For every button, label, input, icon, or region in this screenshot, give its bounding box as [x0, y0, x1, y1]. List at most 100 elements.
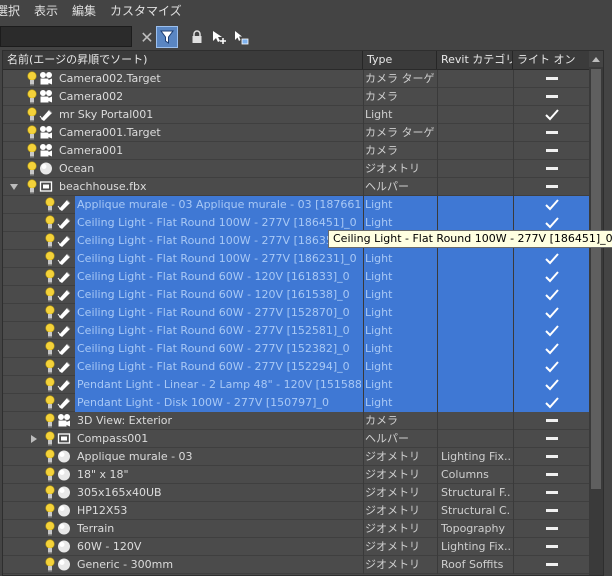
menu-view[interactable]: 表示 [27, 0, 65, 22]
visibility-bulb-icon[interactable] [27, 161, 37, 176]
search-input[interactable] [0, 26, 132, 47]
light-on-checkbox-checked[interactable] [516, 214, 588, 231]
light-on-checkbox-empty[interactable] [516, 448, 588, 465]
table-row[interactable]: HP12X53 ジオメトリ Structural C... [3, 502, 589, 520]
table-row[interactable]: Camera002 カメラ [3, 88, 589, 106]
light-on-checkbox-empty[interactable] [516, 484, 588, 501]
table-row-selected[interactable]: Ceiling Light - Flat Round 60W - 277V [1… [3, 358, 589, 376]
table-row[interactable]: 60W - 120V ジオメトリ Lighting Fix... [3, 538, 589, 556]
table-row[interactable]: Applique murale - 03 ジオメトリ Lighting Fix... [3, 448, 589, 466]
visibility-bulb-icon[interactable] [45, 269, 55, 284]
light-on-checkbox-checked[interactable] [516, 196, 588, 213]
menu-edit[interactable]: 編集 [65, 0, 103, 22]
light-on-checkbox-checked[interactable] [516, 340, 588, 357]
table-row[interactable]: Camera001 カメラ [3, 142, 589, 160]
select-dependents-icon[interactable] [230, 26, 252, 48]
table-row[interactable]: 18" x 18" ジオメトリ Columns [3, 466, 589, 484]
select-children-icon[interactable] [208, 26, 230, 48]
clear-icon[interactable]: ✕ [136, 26, 158, 48]
column-light-on[interactable]: ライト オン [513, 51, 589, 69]
visibility-bulb-icon[interactable] [45, 557, 55, 572]
column-name[interactable]: 名前(エージの昇順でソート) [3, 51, 363, 69]
visibility-bulb-icon[interactable] [45, 377, 55, 392]
light-on-checkbox-empty[interactable] [516, 70, 588, 87]
table-row[interactable]: 3D View: Exterior カメラ [3, 412, 589, 430]
visibility-bulb-icon[interactable] [45, 215, 55, 230]
light-on-checkbox-empty[interactable] [516, 142, 588, 159]
table-row[interactable]: Camera002.Target カメラ ターゲ... [3, 70, 589, 88]
light-on-checkbox-checked[interactable] [516, 322, 588, 339]
table-row-selected[interactable]: Ceiling Light - Flat Round 60W - 120V [1… [3, 268, 589, 286]
table-row[interactable]: Compass001 ヘルパー [3, 430, 589, 448]
light-on-checkbox-empty[interactable] [516, 430, 588, 447]
visibility-bulb-icon[interactable] [45, 197, 55, 212]
light-on-checkbox-checked[interactable] [516, 358, 588, 375]
visibility-bulb-icon[interactable] [45, 413, 55, 428]
filter-icon[interactable] [156, 26, 178, 48]
light-on-checkbox-empty[interactable] [516, 502, 588, 519]
visibility-bulb-icon[interactable] [45, 251, 55, 266]
light-on-checkbox-checked[interactable] [516, 304, 588, 321]
light-on-checkbox-checked[interactable] [516, 250, 588, 267]
light-on-checkbox-empty[interactable] [516, 520, 588, 537]
visibility-bulb-icon[interactable] [45, 287, 55, 302]
light-on-checkbox-empty[interactable] [516, 124, 588, 141]
visibility-bulb-icon[interactable] [45, 521, 55, 536]
table-row-selected[interactable]: Ceiling Light - Flat Round 60W - 277V [1… [3, 304, 589, 322]
light-on-checkbox-checked[interactable] [516, 286, 588, 303]
light-on-checkbox-checked[interactable] [516, 394, 588, 411]
light-on-checkbox-empty[interactable] [516, 178, 588, 195]
light-on-checkbox-empty[interactable] [516, 556, 588, 573]
table-row-selected[interactable]: Ceiling Light - Flat Round 60W - 277V [1… [3, 322, 589, 340]
table-row-selected[interactable]: Ceiling Light - Flat Round 60W - 277V [1… [3, 340, 589, 358]
scroll-up-icon[interactable] [589, 51, 603, 67]
visibility-bulb-icon[interactable] [27, 71, 37, 86]
visibility-bulb-icon[interactable] [27, 107, 37, 122]
visibility-bulb-icon[interactable] [27, 179, 37, 194]
visibility-bulb-icon[interactable] [45, 305, 55, 320]
table-row[interactable]: Terrain ジオメトリ Topography [3, 520, 589, 538]
table-row[interactable]: Generic - 300mm ジオメトリ Roof Soffits [3, 556, 589, 574]
visibility-bulb-icon[interactable] [45, 467, 55, 482]
visibility-bulb-icon[interactable] [45, 503, 55, 518]
expand-down-icon[interactable] [9, 182, 19, 192]
table-row[interactable]: 305x165x40UB ジオメトリ Structural F... [3, 484, 589, 502]
table-row[interactable]: Ocean ジオメトリ [3, 160, 589, 178]
light-on-checkbox-checked[interactable] [516, 106, 588, 123]
visibility-bulb-icon[interactable] [45, 341, 55, 356]
visibility-bulb-icon[interactable] [27, 89, 37, 104]
visibility-bulb-icon[interactable] [45, 233, 55, 248]
table-row[interactable]: mr Sky Portal001 Light [3, 106, 589, 124]
table-row-selected[interactable]: Pendant Light - Disk 100W - 277V [150797… [3, 394, 589, 412]
visibility-bulb-icon[interactable] [45, 359, 55, 374]
light-on-checkbox-empty[interactable] [516, 160, 588, 177]
column-type[interactable]: Type [363, 51, 437, 69]
table-row[interactable]: Camera001.Target カメラ ターゲ... [3, 124, 589, 142]
light-on-checkbox-checked[interactable] [516, 376, 588, 393]
table-row-selected[interactable]: Ceiling Light - Flat Round 60W - 120V [1… [3, 286, 589, 304]
menu-customize[interactable]: カスタマイズ [103, 0, 189, 22]
visibility-bulb-icon[interactable] [27, 125, 37, 140]
table-row[interactable]: beachhouse.fbx ヘルパー [3, 178, 589, 196]
light-on-checkbox-empty[interactable] [516, 538, 588, 555]
light-on-checkbox-empty[interactable] [516, 466, 588, 483]
menu-select[interactable]: 選択 [0, 0, 27, 22]
column-revit-category[interactable]: Revit カテゴリ [437, 51, 513, 69]
visibility-bulb-icon[interactable] [45, 323, 55, 338]
table-row-selected[interactable]: Applique murale - 03 Applique murale - 0… [3, 196, 589, 214]
light-on-checkbox-empty[interactable] [516, 412, 588, 429]
scroll-thumb[interactable] [591, 69, 601, 489]
lock-icon[interactable] [186, 26, 208, 48]
vertical-scrollbar[interactable] [589, 51, 603, 575]
visibility-bulb-icon[interactable] [45, 395, 55, 410]
visibility-bulb-icon[interactable] [45, 485, 55, 500]
visibility-bulb-icon[interactable] [27, 143, 37, 158]
visibility-bulb-icon[interactable] [45, 431, 55, 446]
expand-right-icon[interactable] [29, 434, 39, 444]
light-on-checkbox-checked[interactable] [516, 268, 588, 285]
table-row-selected[interactable]: Pendant Light - Linear - 2 Lamp 48" - 12… [3, 376, 589, 394]
table-row-selected[interactable]: Ceiling Light - Flat Round 100W - 277V [… [3, 250, 589, 268]
light-on-checkbox-empty[interactable] [516, 88, 588, 105]
visibility-bulb-icon[interactable] [45, 449, 55, 464]
visibility-bulb-icon[interactable] [45, 539, 55, 554]
